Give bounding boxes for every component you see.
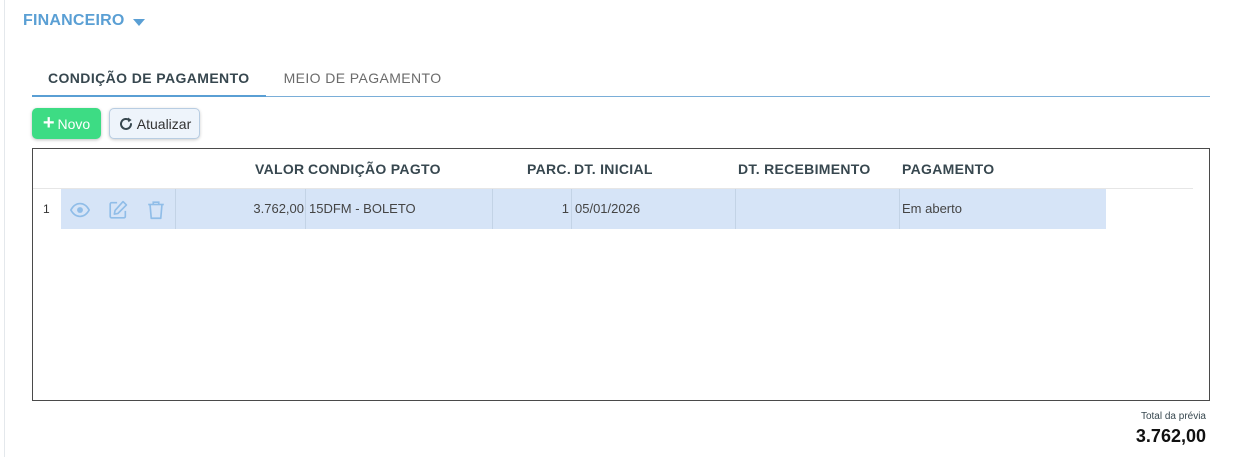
cell-dt-inicial: 05/01/2026 [575, 201, 641, 216]
column-divider [899, 189, 900, 229]
cell-pagamento: Em aberto [902, 201, 962, 216]
section-title: FINANCEIRO [23, 12, 125, 29]
table-row[interactable]: 1 3.762,00 15DFM - BOLETO 1 05/01/2026 E… [33, 189, 1193, 229]
refresh-button-label: Atualizar [136, 115, 192, 132]
column-header-dt-recebimento[interactable]: DT. RECEBIMENTO [738, 161, 871, 177]
column-header-parc[interactable]: PARC. [527, 161, 571, 177]
tab-meio-pagamento[interactable]: MEIO DE PAGAMENTO [266, 58, 458, 97]
payment-conditions-table: VALOR CONDIÇÃO PAGTO PARC. DT. INICIAL D… [32, 148, 1210, 401]
table-header: VALOR CONDIÇÃO PAGTO PARC. DT. INICIAL D… [33, 149, 1193, 189]
column-divider [571, 189, 572, 229]
tab-bar: CONDIÇÃO DE PAGAMENTO MEIO DE PAGAMENTO [32, 58, 1210, 97]
total-label: Total da prévia [1140, 411, 1206, 422]
tab-condicao-pagamento[interactable]: CONDIÇÃO DE PAGAMENTO [32, 58, 266, 97]
financeiro-section-toggle[interactable]: FINANCEIRO [23, 12, 145, 30]
trash-icon[interactable] [145, 199, 167, 221]
caret-down-icon [132, 18, 145, 26]
cell-condicao: 15DFM - BOLETO [309, 201, 416, 216]
column-divider [735, 189, 736, 229]
column-header-dt-inicial[interactable]: DT. INICIAL [574, 161, 653, 177]
column-divider [175, 189, 176, 229]
cell-valor: 3.762,00 [253, 201, 304, 216]
row-number: 1 [43, 202, 50, 216]
column-divider [492, 189, 493, 229]
new-button[interactable]: + Novo [32, 108, 101, 139]
column-header-condicao[interactable]: CONDIÇÃO PAGTO [308, 161, 441, 177]
left-border [4, 0, 5, 457]
cell-parc: 1 [561, 201, 569, 216]
edit-icon[interactable] [107, 199, 129, 221]
refresh-icon [119, 117, 132, 130]
total-value: 3.762,00 [1135, 426, 1206, 446]
column-header-valor[interactable]: VALOR [255, 161, 304, 177]
plus-icon: + [42, 111, 55, 134]
column-divider [305, 189, 306, 229]
column-header-pagamento[interactable]: PAGAMENTO [902, 161, 994, 177]
eye-icon[interactable] [69, 199, 91, 221]
new-button-label: Novo [57, 115, 91, 132]
refresh-button[interactable]: Atualizar [109, 108, 200, 139]
